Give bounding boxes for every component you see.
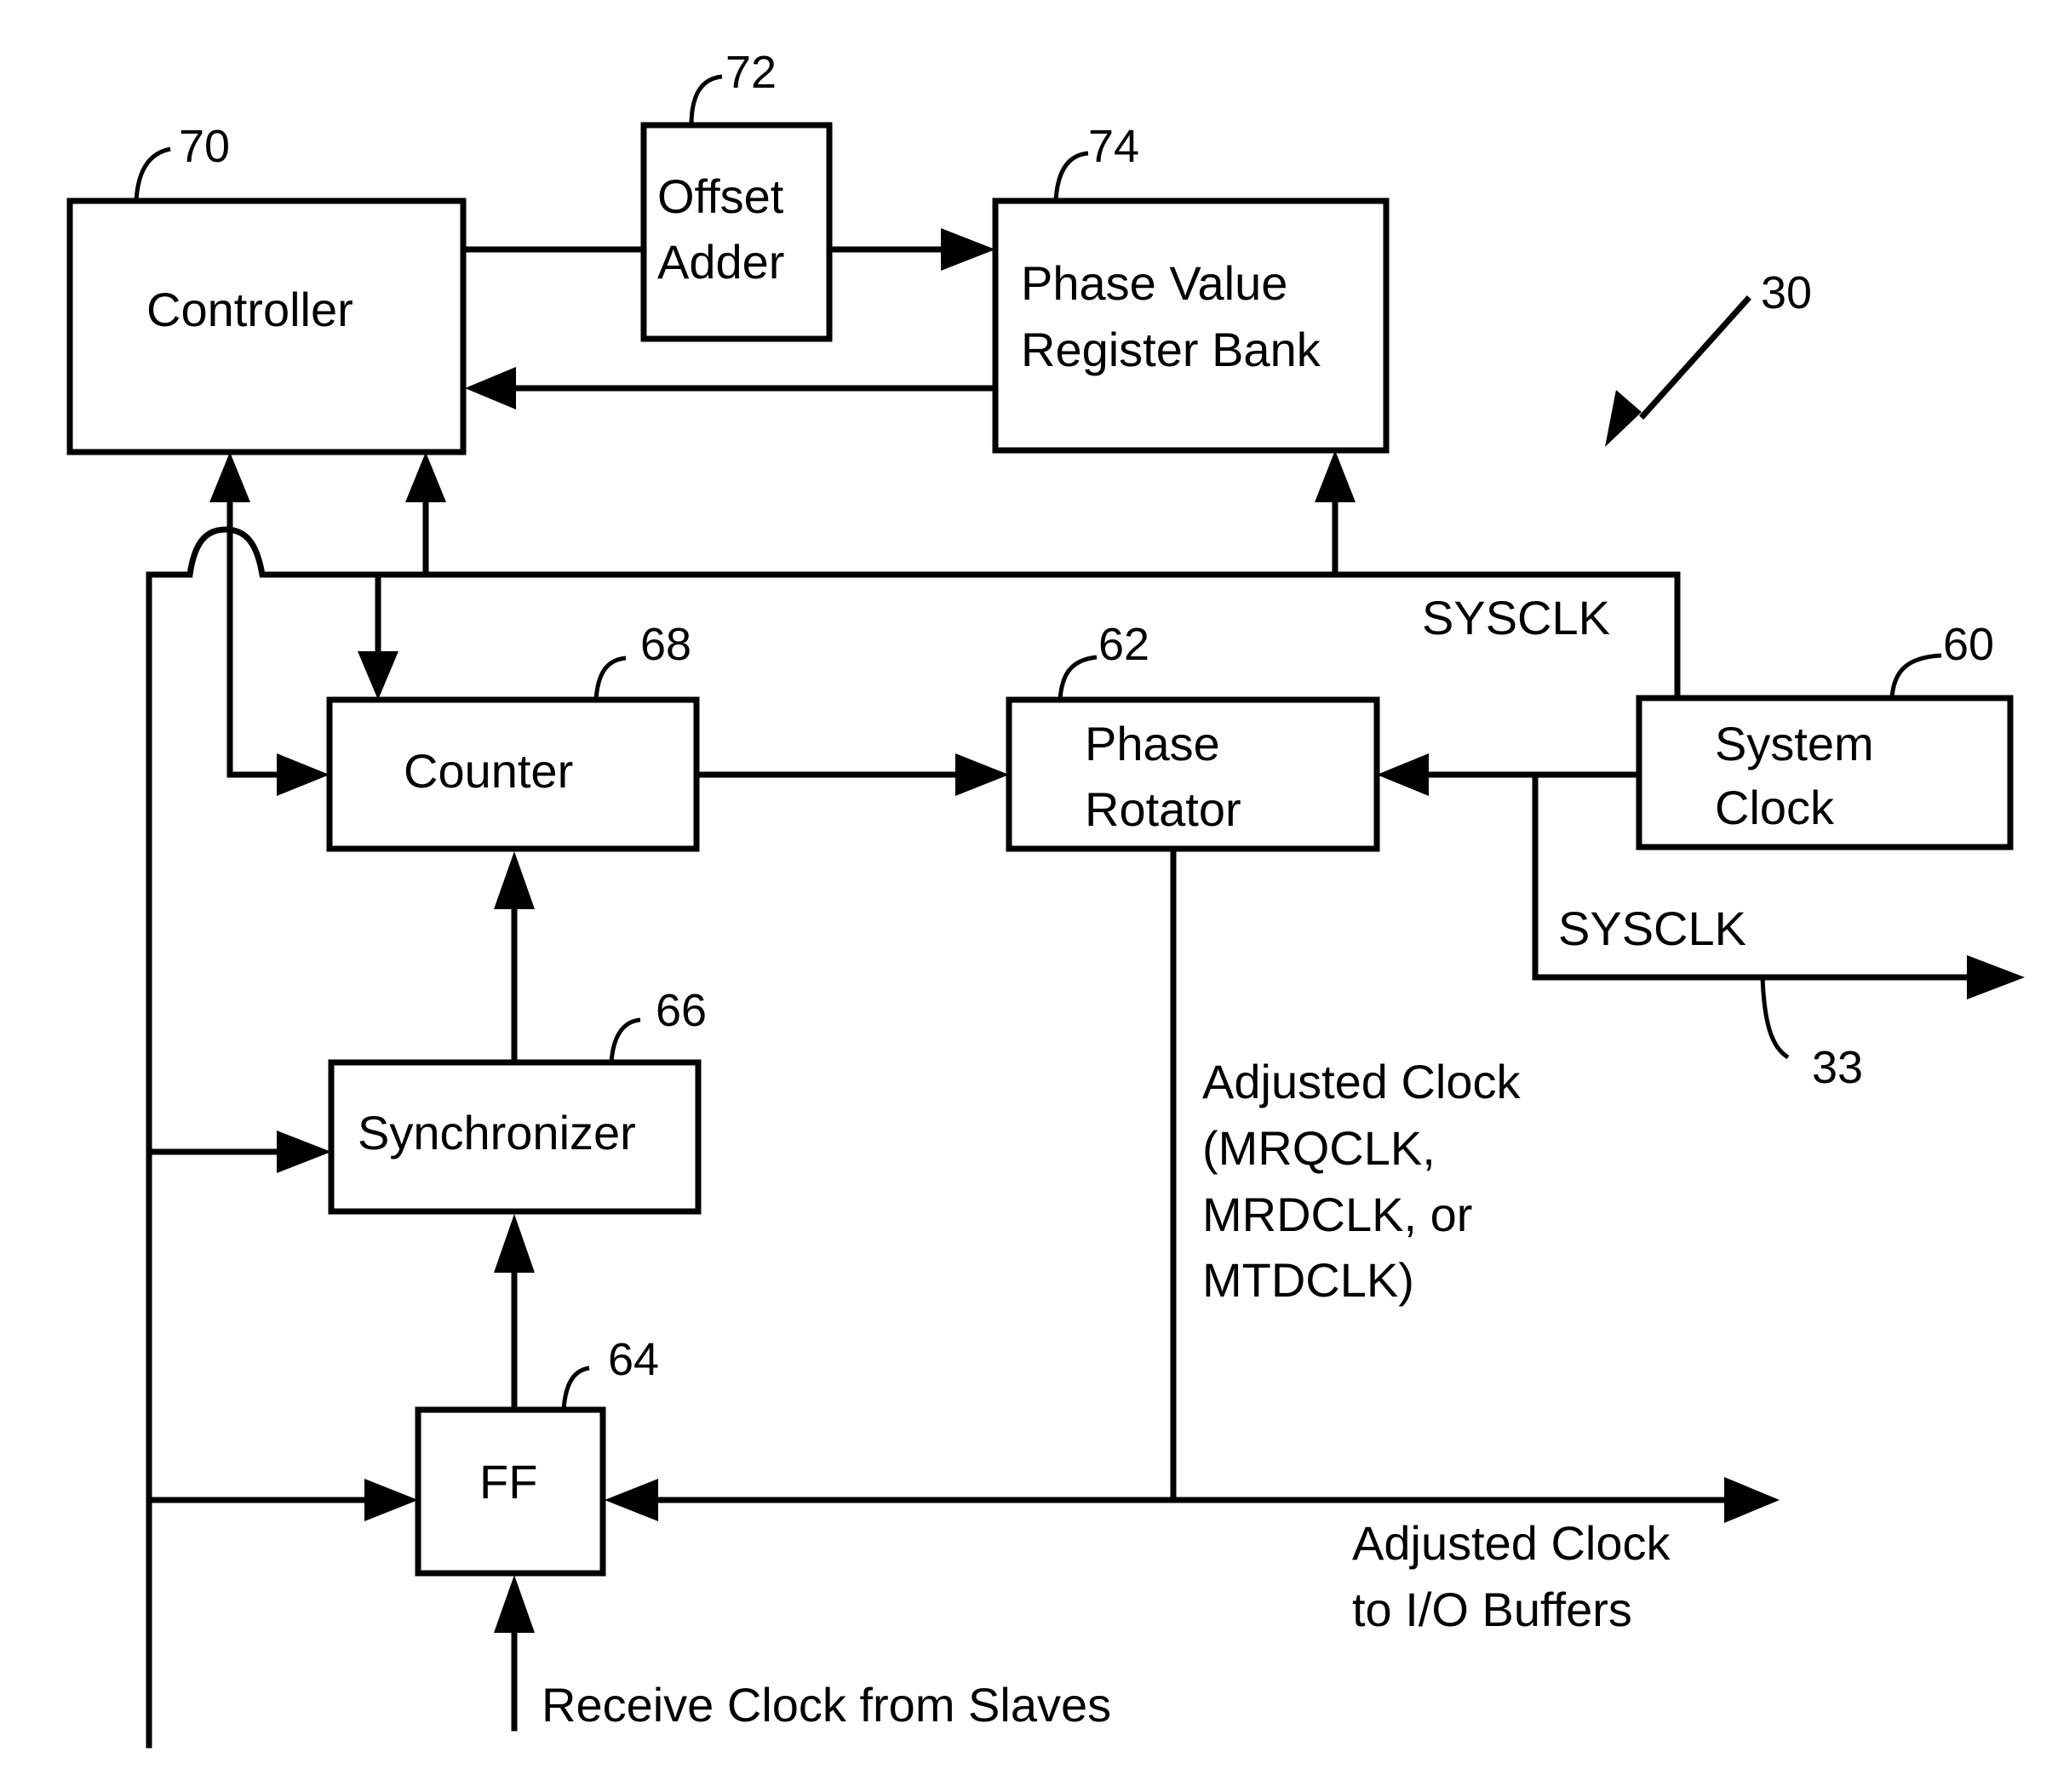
phase-rotator-label-line2: Rotator xyxy=(1085,782,1241,836)
ff-block: FF xyxy=(415,1406,606,1577)
arrowhead-into-ff-bottom xyxy=(494,1575,535,1633)
system-clock-label-line1: System xyxy=(1715,717,1874,770)
leader-68 xyxy=(593,656,627,701)
controller-block: Controller xyxy=(66,198,467,455)
adjusted-clock-label-line3: MRDCLK, or xyxy=(1202,1188,1472,1241)
arrowhead-bus-to-controller xyxy=(405,452,446,502)
offset-adder-label-line2: Adder xyxy=(657,235,784,289)
offset-adder-block: Offset Adder xyxy=(640,122,833,342)
leader-30 xyxy=(1639,295,1751,420)
ref-74: 74 xyxy=(1088,121,1139,172)
ff-label: FF xyxy=(479,1455,537,1509)
ref-30: 30 xyxy=(1761,267,1812,318)
system-clock-label-line2: Clock xyxy=(1715,781,1835,834)
arrowhead-sysclk-output xyxy=(1967,955,2025,999)
arrowhead-into-counter-left xyxy=(277,753,330,796)
ref-66: 66 xyxy=(656,985,707,1036)
leader-60 xyxy=(1889,653,1942,699)
arrowhead-into-counter-bottom xyxy=(494,851,535,909)
ref-64: 64 xyxy=(608,1334,659,1385)
ref-62: 62 xyxy=(1098,619,1149,670)
receive-clock-label: Receive Clock from Slaves xyxy=(542,1678,1111,1732)
ref-68: 68 xyxy=(640,619,691,670)
adjusted-clock-label-line4: MTDCLK) xyxy=(1202,1253,1414,1307)
ref-33: 33 xyxy=(1812,1042,1863,1093)
register-bank-label-line2: Register Bank xyxy=(1021,323,1321,376)
phase-rotator-label-line1: Phase xyxy=(1085,717,1220,770)
sysclk-bus-label: SYSCLK xyxy=(1422,591,1610,644)
leader-33 xyxy=(1760,976,1790,1060)
phase-rotator-block: Phase Rotator xyxy=(1006,696,1380,852)
adjusted-clock-label-line2: (MRQCLK, xyxy=(1202,1121,1436,1175)
arrowhead-counter-to-controller xyxy=(209,452,250,502)
leader-66 xyxy=(609,1017,641,1063)
synchronizer-block: Synchronizer xyxy=(328,1059,702,1215)
system-clock-block: System Clock xyxy=(1636,695,2014,850)
arrowhead-into-ff-left xyxy=(364,1479,418,1521)
leader-70 xyxy=(134,146,171,202)
arrowhead-into-ff-right xyxy=(605,1479,658,1521)
adjusted-io-label-line1: Adjusted Clock xyxy=(1352,1516,1671,1570)
leader-64 xyxy=(561,1365,590,1411)
register-bank-label-line1: Phase Value xyxy=(1021,256,1287,310)
sysclk-out-label: SYSCLK xyxy=(1558,902,1746,955)
ref-70: 70 xyxy=(179,121,230,172)
register-bank-block: Phase Value Register Bank xyxy=(992,198,1390,454)
synchronizer-label: Synchronizer xyxy=(358,1106,636,1159)
block-diagram: Controller Offset Adder Phase Value Regi… xyxy=(66,47,2025,1749)
leader-62 xyxy=(1058,655,1098,701)
arrowhead-into-synchronizer-bottom xyxy=(494,1214,535,1273)
leader-72 xyxy=(689,74,723,126)
arrowhead-bus-to-register-bank xyxy=(1315,450,1356,502)
arrowhead-into-controller-right xyxy=(465,367,516,409)
ref-60: 60 xyxy=(1943,619,1994,670)
controller-label: Controller xyxy=(146,283,353,336)
arrowhead-adjusted-clock-out xyxy=(1724,1477,1780,1523)
counter-block: Counter xyxy=(326,696,700,852)
arrowhead-into-phase-rotator-right xyxy=(1377,753,1429,796)
counter-label: Counter xyxy=(404,744,573,798)
adjusted-io-label-line2: to I/O Buffers xyxy=(1352,1583,1632,1636)
offset-adder-label-line1: Offset xyxy=(657,169,784,223)
arrowhead-into-synchronizer xyxy=(277,1131,331,1173)
arrowhead-into-phase-rotator xyxy=(955,753,1009,796)
ref-72: 72 xyxy=(725,47,777,98)
leader-74 xyxy=(1053,151,1089,202)
arrowhead-into-register-bank xyxy=(941,228,995,271)
arrowhead-30 xyxy=(1605,390,1642,447)
adjusted-clock-label-line1: Adjusted Clock xyxy=(1202,1055,1522,1108)
arrowhead-bus-to-counter xyxy=(358,651,398,700)
